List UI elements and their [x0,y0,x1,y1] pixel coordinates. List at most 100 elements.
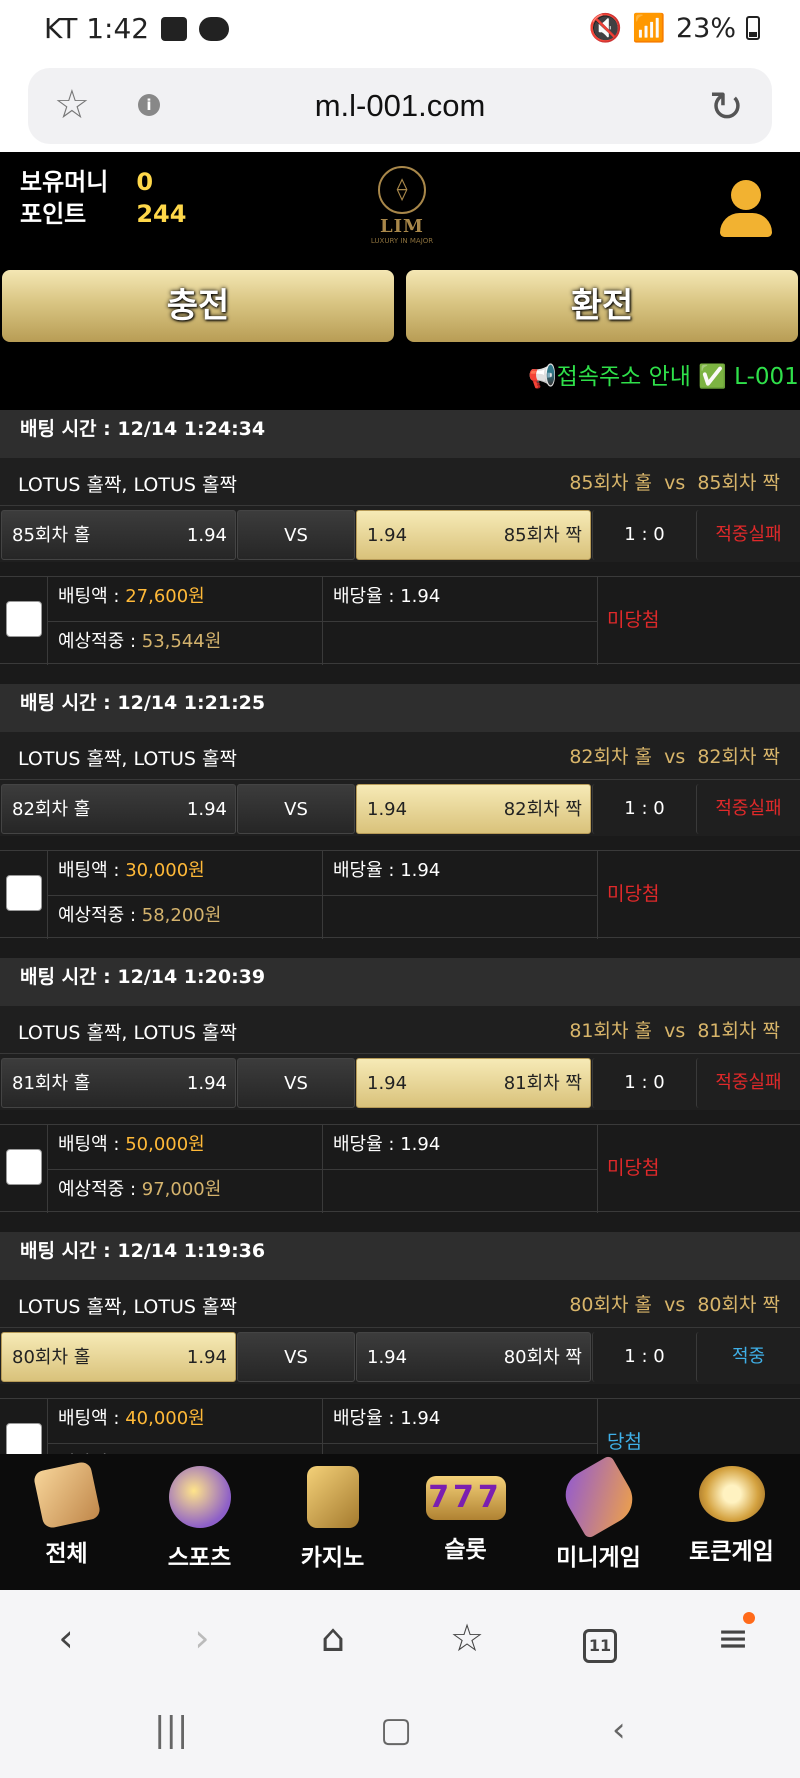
exchange-button[interactable]: 환전 [406,270,798,342]
bet-time-label: 배팅 시간 : [20,966,118,988]
away-option-label: 80회차 짝 [503,1347,582,1368]
bet-time-label: 배팅 시간 : [20,1240,118,1262]
points-row: 포인트 244 [20,194,186,229]
url-text[interactable]: m.l-001.com [28,88,772,124]
bet-time: 배팅 시간 : 12/14 1:20:39 [0,958,800,1006]
game-menu-item[interactable]: 전체 [0,1460,133,1568]
home-option-label: 80회차 홀 [12,1347,91,1368]
pick-row: 81회차 홀 1.94 VS 1.94 81회차 짝 1 : 0 적중실패 [0,1054,800,1110]
home-option[interactable]: 82회차 홀 1.94 [1,784,236,834]
odds-column: 배당율 : 1.94 [322,1399,597,1454]
game-menu-label: 미니게임 [556,1545,641,1571]
bookmarks-icon[interactable]: ☆ [437,1616,497,1660]
away-option-odds: 1.94 [367,1347,408,1368]
pick-row: 82회차 홀 1.94 VS 1.94 82회차 짝 1 : 0 적중실패 [0,780,800,836]
bet-history-list[interactable]: 배팅 시간 : 12/14 1:24:34 LOTUS 홀짝, LOTUS 홀짝… [0,410,800,1454]
match-title: 82회차 홀 vs 82회차 짝 [569,746,780,768]
game-menu-item[interactable]: 777 슬롯 [399,1466,532,1564]
bet-amount-label: 배팅액 : [58,860,126,881]
amount-column: 배팅액 : 40,000원 예상적중 : [47,1399,322,1454]
game-menu-label: 슬롯 [444,1537,487,1563]
recent-apps-icon[interactable]: ||| [154,1710,188,1750]
bet-time-value: 12/14 1:21:25 [117,692,266,714]
site-logo[interactable]: ⟠ LIM LUXURY IN MAJOR [352,166,452,252]
bet-detail: 배팅액 : 40,000원 예상적중 : 배당율 : 1.94 당첨 [0,1398,800,1454]
away-option-odds: 1.94 [367,799,408,820]
points-value: 244 [136,200,187,228]
odds-value: 1.94 [400,1134,441,1155]
address-bar[interactable]: ☆ i m.l-001.com ↻ [28,68,772,144]
bet-select-checkbox[interactable] [6,601,42,637]
user-profile-icon[interactable] [720,180,772,238]
home-icon[interactable]: ⌂ [303,1616,363,1660]
odds-value: 1.94 [400,860,441,881]
bet-amount-label: 배팅액 : [58,1408,126,1429]
result-badge: 적중실패 [696,784,800,834]
bet-detail: 배팅액 : 30,000원 예상적중 : 58,200원 배당율 : 1.94 … [0,850,800,939]
home-nav-icon[interactable]: ▢ [380,1710,412,1750]
odds-value: 1.94 [400,1408,441,1429]
money-row: 보유머니 0 [20,162,153,197]
away-option[interactable]: 1.94 80회차 짝 [356,1332,591,1382]
money-label: 보유머니 [20,168,109,196]
score: 1 : 0 [592,784,696,834]
charge-button[interactable]: 충전 [2,270,394,342]
dice-icon [32,1460,101,1530]
bet-amount-value: 40,000원 [125,1408,205,1429]
battery-percent: 23% [675,12,736,44]
game-menu-item[interactable]: 토큰게임 [665,1466,798,1566]
bet-time-value: 12/14 1:24:34 [117,418,266,440]
bet-select-checkbox[interactable] [6,1423,42,1454]
game-menu-label: 전체 [45,1541,88,1567]
game-menu-item[interactable]: 스포츠 [133,1466,266,1572]
logo-sub: LUXURY IN MAJOR [370,237,434,245]
away-option-label: 81회차 짝 [503,1073,582,1094]
back-nav-icon[interactable]: ‹ [612,1710,626,1750]
bet-time: 배팅 시간 : 12/14 1:19:36 [0,1232,800,1280]
expected-win-value: 97,000원 [141,1179,222,1200]
bet-time-label: 배팅 시간 : [20,418,118,440]
tabs-count: 11 [583,1629,617,1663]
win-status: 미당첨 [607,883,660,905]
reload-icon[interactable]: ↻ [709,82,744,131]
forward-icon[interactable]: › [172,1616,232,1660]
game-menu-item[interactable]: 미니게임 [532,1454,665,1572]
game-menu-label: 스포츠 [167,1545,232,1571]
away-option[interactable]: 1.94 82회차 짝 [356,784,591,834]
odds-label: 배당율 : [333,1408,401,1429]
bet-detail: 배팅액 : 50,000원 예상적중 : 97,000원 배당율 : 1.94 … [0,1124,800,1213]
away-option[interactable]: 1.94 85회차 짝 [356,510,591,560]
amount-column: 배팅액 : 50,000원 예상적중 : 97,000원 [47,1125,322,1213]
back-icon[interactable]: ‹ [36,1616,96,1660]
odds-column: 배당율 : 1.94 [322,851,597,939]
game-name: LOTUS 홀짝, LOTUS 홀짝 [18,1296,237,1318]
result-badge: 적중실패 [696,510,800,560]
away-option[interactable]: 1.94 81회차 짝 [356,1058,591,1108]
game-menu-item[interactable]: 카지노 [266,1466,399,1572]
home-option-label: 85회차 홀 [12,525,91,546]
bet-amount-value: 50,000원 [125,1134,205,1155]
bet-select-checkbox[interactable] [6,1149,42,1185]
browser-toolbar: ‹ › ⌂ ☆ 11 ≡ [0,1590,800,1690]
score: 1 : 0 [592,1332,696,1382]
menu-icon[interactable]: ≡ [703,1612,763,1660]
game-name: LOTUS 홀짝, LOTUS 홀짝 [18,748,237,770]
tabs-button[interactable]: 11 [570,1616,630,1663]
notice-marquee: 📢접속주소 안내 ✅ L-001.c [528,364,800,390]
home-option[interactable]: 80회차 홀 1.94 [1,1332,236,1382]
gallery-notification-icon [161,16,188,41]
expected-win-label: 예상적중 : [58,631,142,652]
bet-entry: 배팅 시간 : 12/14 1:19:36 LOTUS 홀짝, LOTUS 홀짝… [0,1232,800,1454]
bet-entry: 배팅 시간 : 12/14 1:24:34 LOTUS 홀짝, LOTUS 홀짝… [0,410,800,684]
expected-win-label: 예상적중 : [58,905,142,926]
game-category-menu: 전체 스포츠 카지노 777 슬롯 미니게임 토큰게임 [0,1454,800,1590]
bet-time-value: 12/14 1:20:39 [117,966,266,988]
home-option[interactable]: 81회차 홀 1.94 [1,1058,236,1108]
home-option-odds: 1.94 [186,525,227,546]
away-option-odds: 1.94 [367,525,408,546]
bet-amount-label: 배팅액 : [58,1134,126,1155]
bet-select-checkbox[interactable] [6,875,42,911]
vs-label: VS [237,510,355,560]
home-option[interactable]: 85회차 홀 1.94 [1,510,236,560]
odds-value: 1.94 [400,586,441,607]
